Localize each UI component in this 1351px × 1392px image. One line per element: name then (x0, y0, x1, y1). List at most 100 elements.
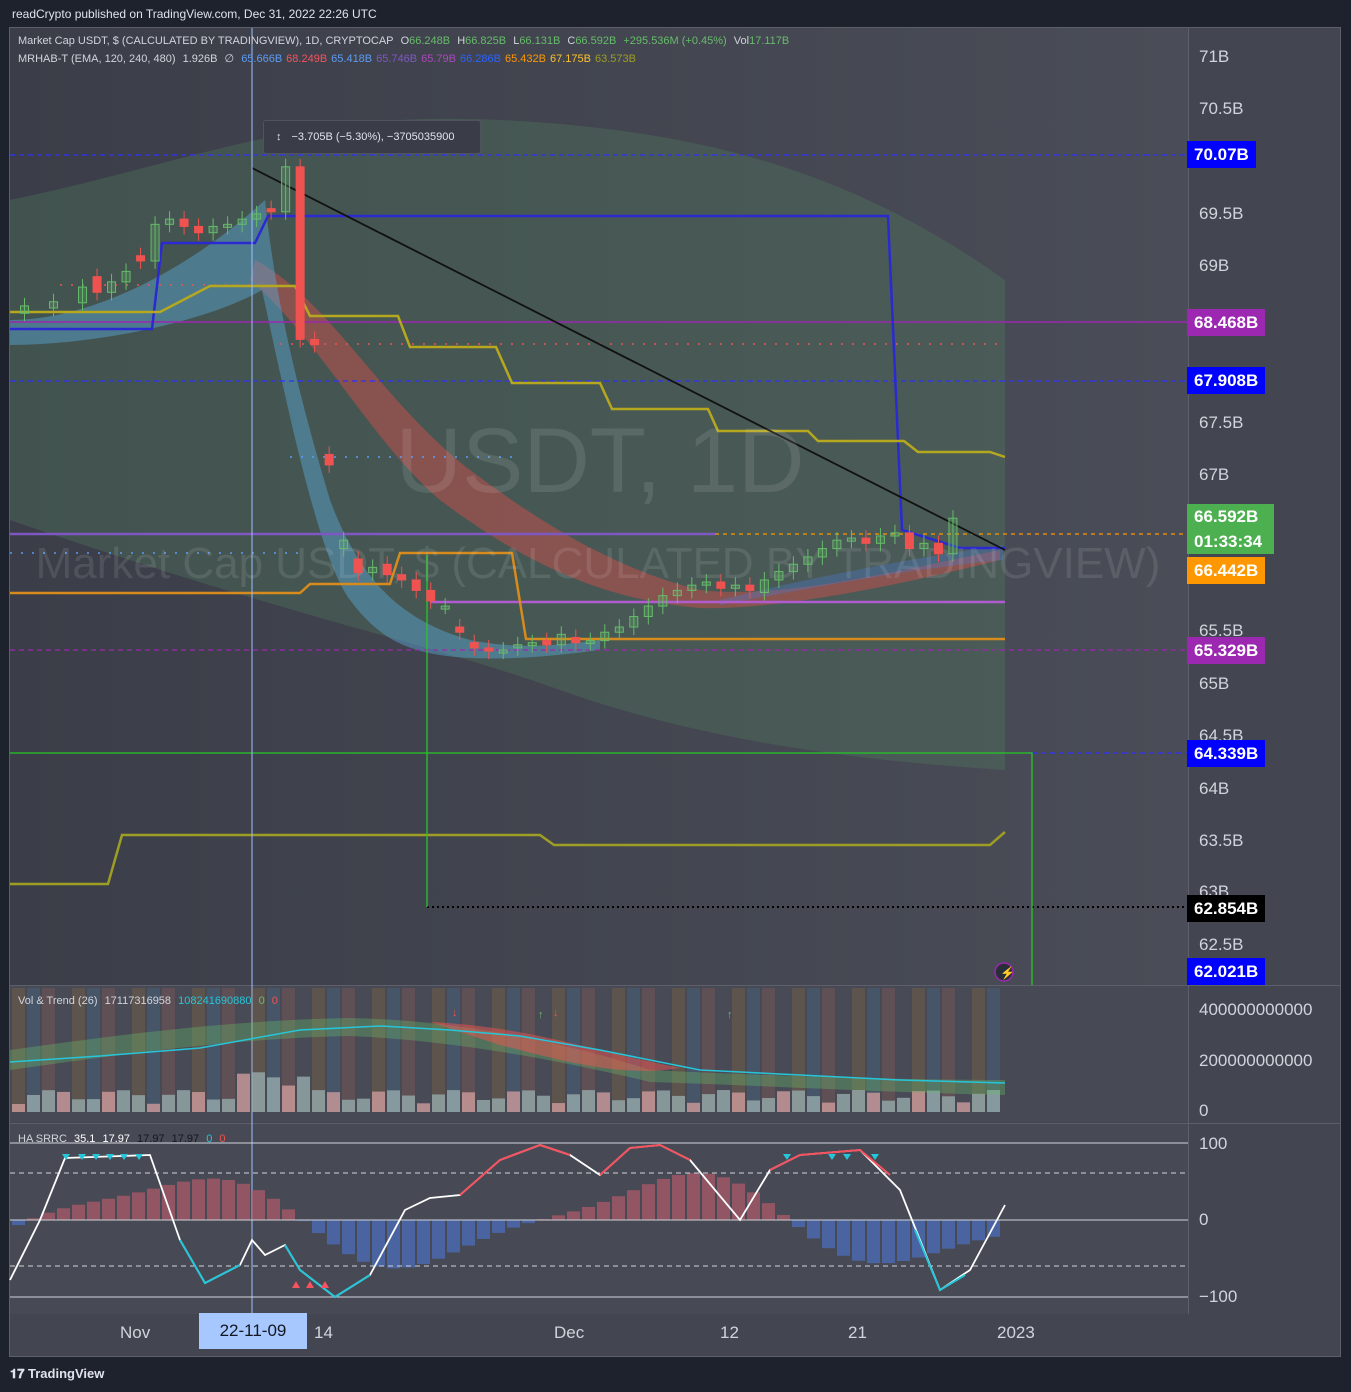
volume-bar (132, 1095, 145, 1112)
vol-bg-strip (402, 988, 415, 1112)
srrc-bar (612, 1196, 625, 1220)
measure-tooltip: ↕ −3.705B (−5.30%), −3705035900 (263, 120, 481, 154)
vol-legend[interactable]: Vol & Trend (26) 17117316958 10824169088… (18, 995, 282, 1007)
srrc-bar (672, 1175, 685, 1220)
ohlc-h: 66.825B (465, 35, 507, 47)
candle (107, 281, 117, 293)
srrc-bar (642, 1184, 655, 1220)
srrc-bar (627, 1190, 640, 1220)
vol-bg-strip (822, 988, 835, 1112)
srrc-bar (117, 1195, 130, 1220)
volume-bar (582, 1090, 595, 1112)
srrc-v6: 0 (219, 1133, 226, 1145)
srrc-bar (972, 1220, 985, 1241)
volume-bar (552, 1103, 565, 1112)
symbol-title: Market Cap USDT, $ (CALCULATED BY TRADIN… (18, 35, 394, 47)
srrc-bar (882, 1220, 895, 1264)
candle (513, 644, 523, 649)
srrc-legend[interactable]: HA SRRC 35.1 17.97 17.97 17.97 0 0 (18, 1133, 230, 1145)
volume-bar (147, 1103, 160, 1112)
x-tick: 2023 (997, 1323, 1035, 1342)
volume-bar (192, 1092, 205, 1112)
candle (542, 640, 552, 646)
srrc-tick: 0 (1199, 1210, 1209, 1229)
srrc-bar (357, 1220, 370, 1262)
volume-bar (177, 1090, 190, 1112)
srrc-bar (567, 1211, 580, 1220)
candle (875, 535, 885, 544)
volume-bar (387, 1090, 400, 1112)
volume-bar (57, 1091, 70, 1112)
candle (716, 581, 726, 589)
srrc-v1: 35.1 (73, 1133, 96, 1145)
candle (832, 539, 842, 550)
vol-bg-strip (612, 988, 625, 1112)
vol-value: 17.117B (749, 35, 790, 47)
price-box-last: 66.592B 01:33:34 (1187, 504, 1274, 554)
vol-bg-strip (357, 988, 370, 1112)
srrc-bar (207, 1178, 220, 1220)
price-box-65.329: 65.329B (1187, 637, 1266, 664)
ohlc-l: 66.131B (519, 35, 561, 47)
volume-bar (897, 1097, 910, 1112)
candle (440, 605, 450, 610)
srrc-bar (867, 1220, 880, 1264)
vol-tick: 200000000000 (1199, 1051, 1313, 1070)
volume-bar (822, 1102, 835, 1112)
candle (281, 166, 291, 213)
candle (208, 225, 218, 234)
candle (78, 286, 88, 304)
svg-text:↑: ↑ (727, 1009, 733, 1021)
srrc-bar (147, 1188, 160, 1220)
volume-bar (27, 1094, 40, 1112)
srrc-bar (702, 1173, 715, 1220)
volume-bar (252, 1072, 265, 1112)
volume-bar (762, 1098, 775, 1112)
svg-text:↓: ↓ (452, 1007, 458, 1019)
volume-bar (297, 1076, 310, 1112)
volume-bar (87, 1099, 100, 1112)
candle (687, 584, 697, 591)
vol-bg-strip (762, 988, 775, 1112)
volume-bar (777, 1091, 790, 1112)
indicator-value: 68.249B (286, 53, 328, 65)
volume-bar (477, 1099, 490, 1112)
volume-bar (957, 1102, 970, 1112)
vol-bg-strip (342, 988, 355, 1112)
candle (426, 589, 436, 602)
tradingview-footer[interactable]: 𝟏𝟕 TradingView (10, 1366, 104, 1382)
volume-bar (702, 1094, 715, 1112)
candle (643, 605, 653, 618)
volume-bar (267, 1077, 280, 1112)
srrc-bar (57, 1208, 70, 1220)
chart-canvas[interactable]: USDT, 1D Market Cap USDT, $ (CALCULATED … (0, 0, 1351, 1392)
indicator-value: 65.746B (376, 53, 418, 65)
srrc-bar (12, 1220, 25, 1226)
candle (179, 218, 189, 227)
countdown: 01:33:34 (1194, 532, 1263, 551)
ohlc-h-label: H (457, 35, 466, 47)
volume-bar (492, 1098, 505, 1112)
vol-bg-strip (747, 988, 760, 1112)
srrc-bar (657, 1178, 670, 1220)
srrc-tick: −100 (1199, 1287, 1238, 1306)
srrc-bar (102, 1198, 115, 1220)
vol-legend-v3: 0 (258, 995, 265, 1007)
volume-bar (837, 1093, 850, 1112)
srrc-bar (492, 1220, 505, 1233)
ohlc-o-label: O (400, 35, 410, 47)
srrc-bar (462, 1220, 475, 1246)
candle (571, 636, 581, 644)
main-legend[interactable]: Market Cap USDT, $ (CALCULATED BY TRADIN… (18, 35, 793, 47)
indicator-legend[interactable]: MRHAB-T (EMA, 120, 240, 480) 1.926B ∅ 65… (18, 52, 644, 65)
indicator-value: 66.286B (460, 53, 501, 65)
volume-bar (807, 1096, 820, 1112)
srrc-bar (177, 1181, 190, 1220)
price-box-68.468: 68.468B (1187, 309, 1266, 336)
srrc-bar (72, 1204, 85, 1220)
vol-bg-strip (837, 988, 850, 1112)
srrc-bar (507, 1220, 520, 1228)
price-box-66.442: 66.442B (1187, 557, 1266, 584)
volume-bar (327, 1092, 340, 1112)
volume-bar (462, 1092, 475, 1112)
